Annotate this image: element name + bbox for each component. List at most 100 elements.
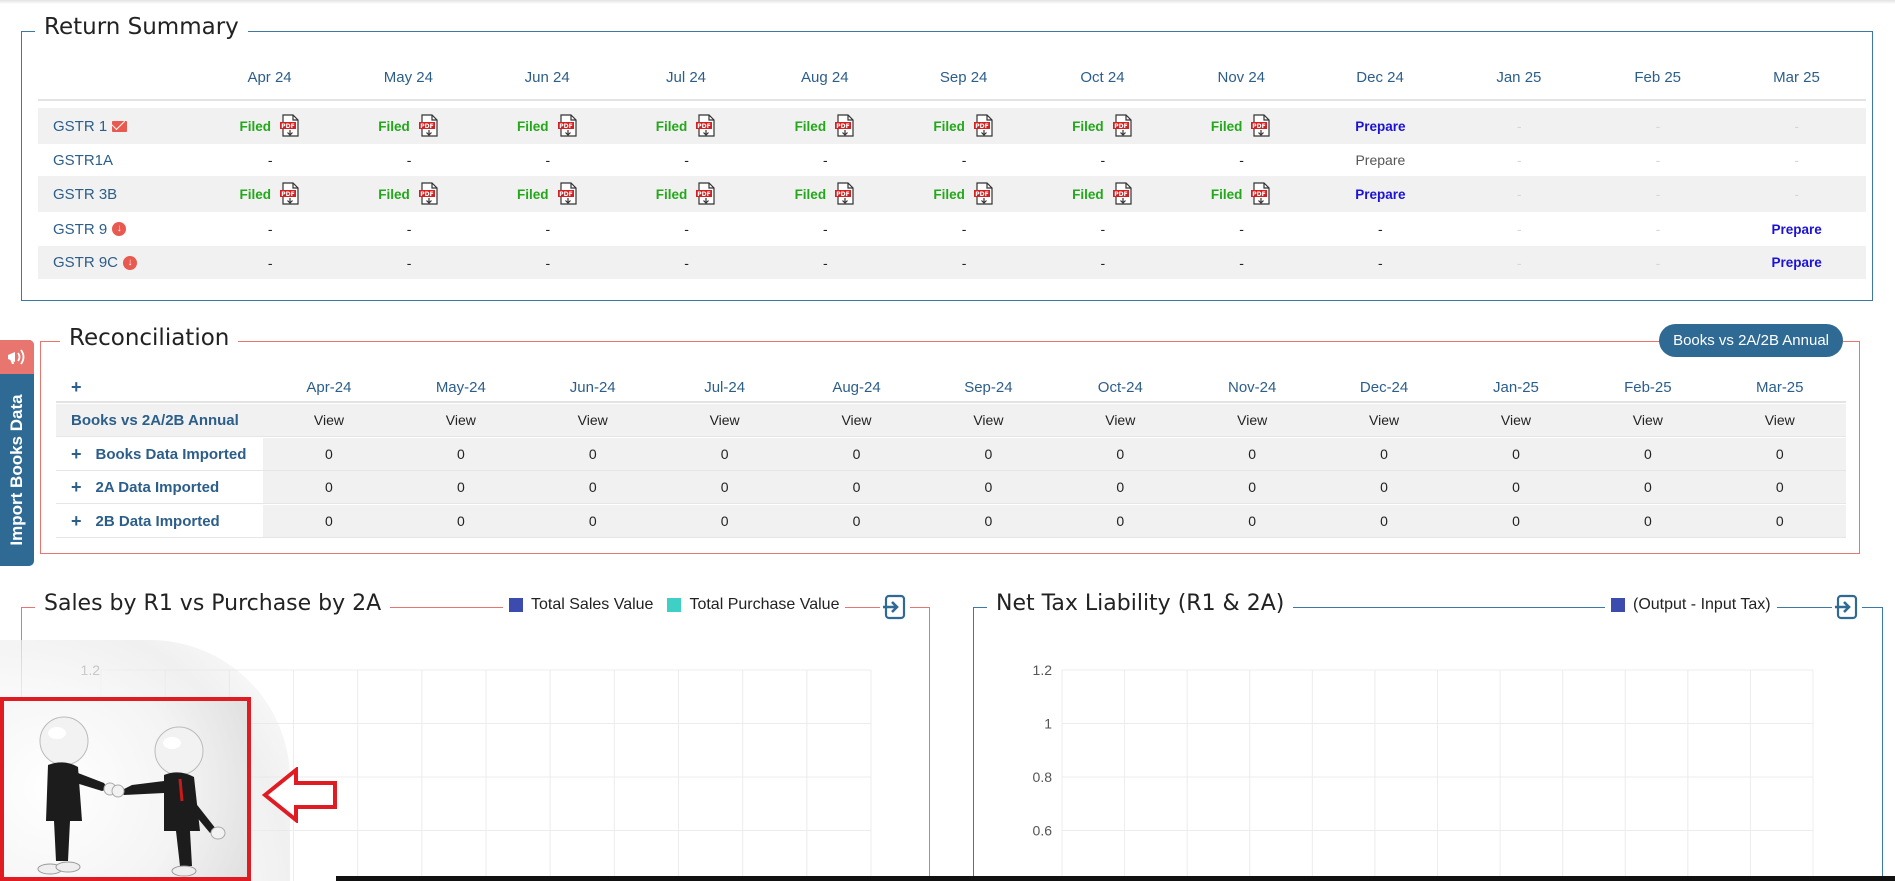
pdf-download-icon[interactable]: PDF	[279, 182, 301, 206]
pdf-download-icon[interactable]: PDF	[557, 182, 579, 206]
view-link[interactable]: View	[527, 412, 659, 428]
prepare-link[interactable]: Prepare	[1355, 187, 1405, 202]
month-header: Mar 25	[1773, 69, 1820, 86]
mail-icon[interactable]	[112, 120, 128, 132]
return-label[interactable]: GSTR 3B	[38, 186, 201, 203]
month-header: May 24	[383, 69, 433, 86]
empty-cell: -	[822, 254, 828, 271]
prepare-link[interactable]: Prepare	[1355, 119, 1405, 134]
view-link[interactable]: View	[263, 412, 395, 428]
top-shadow	[0, 0, 1895, 4]
month-cell: -	[1727, 118, 1866, 134]
view-link[interactable]: View	[1186, 412, 1318, 428]
pdf-download-icon[interactable]: PDF	[834, 114, 856, 138]
megaphone-icon	[0, 340, 34, 374]
bottom-scrollbar[interactable]	[336, 876, 1895, 881]
pdf-download-icon[interactable]: PDF	[1112, 114, 1134, 138]
month-header: Jun-24	[569, 379, 616, 396]
count-cell: 0	[1116, 479, 1125, 495]
reconciliation-label-text: 2B Data Imported	[95, 512, 220, 530]
count-cell: 0	[984, 513, 993, 529]
count-cell: 0	[1512, 446, 1520, 462]
svg-text:PDF: PDF	[1253, 191, 1266, 198]
pdf-download-icon[interactable]: PDF	[1250, 114, 1272, 138]
month-cell: -	[201, 255, 340, 271]
view-link[interactable]: View	[395, 412, 527, 428]
view-link[interactable]: View	[922, 412, 1054, 428]
month-cell: -	[340, 255, 479, 271]
empty-cell: -	[1239, 254, 1244, 271]
reconciliation-label[interactable]: Books vs 2A/2B Annual	[56, 404, 263, 436]
filed-status: Filed	[933, 186, 965, 202]
count-cell: 0	[852, 513, 861, 529]
month-cell: -	[340, 221, 479, 237]
view-link[interactable]: View	[1318, 412, 1450, 428]
tax-chart-plot: 1.2 1 0.8 0.6	[1033, 662, 1814, 881]
month-cell: -	[1589, 221, 1728, 237]
download-icon[interactable]: ↓	[112, 222, 127, 236]
reconciliation-label[interactable]: +2A Data Imported	[56, 471, 263, 503]
filed-status: Filed	[239, 186, 272, 202]
view-link[interactable]: View	[791, 412, 923, 428]
empty-cell: -	[406, 152, 412, 168]
view-link[interactable]: View	[659, 412, 791, 428]
pdf-download-icon[interactable]: PDF	[1250, 182, 1272, 206]
pdf-download-icon[interactable]: PDF	[557, 114, 579, 138]
count-cell: 0	[1643, 446, 1652, 462]
month-header: Dec-24	[1359, 379, 1409, 396]
pdf-download-icon[interactable]: PDF	[834, 182, 856, 206]
view-link[interactable]: View	[1054, 412, 1186, 428]
count-cell: 0	[1116, 513, 1125, 529]
pdf-download-icon[interactable]: PDF	[973, 182, 995, 206]
view-link[interactable]: View	[1714, 412, 1846, 428]
count-cell: 0	[325, 446, 333, 462]
month-cell: -	[1589, 255, 1728, 271]
month-cell: -	[617, 255, 756, 271]
month-cell: -	[1589, 186, 1728, 202]
month-header: Dec 24	[1356, 69, 1404, 86]
pdf-download-icon[interactable]: PDF	[418, 114, 440, 138]
expand-all-button[interactable]: +	[56, 377, 263, 398]
reconciliation-label[interactable]: + Books Data Imported	[56, 438, 263, 470]
month-cell: Prepare	[1311, 152, 1450, 168]
return-label[interactable]: GSTR 1	[38, 118, 201, 135]
y-tick-label: 1	[1044, 716, 1052, 732]
prepare-link[interactable]: Prepare	[1355, 152, 1405, 168]
return-label[interactable]: GSTR 9 ↓	[38, 221, 201, 238]
reconciliation-panel: Reconciliation Books vs 2A/2B Annual + A…	[40, 324, 1860, 554]
prepare-link[interactable]: Prepare	[1772, 255, 1822, 270]
reconciliation-label[interactable]: +2B Data Imported	[56, 505, 263, 537]
prepare-link[interactable]: Prepare	[1772, 222, 1822, 237]
promo-image[interactable]	[0, 697, 251, 881]
expand-row-button[interactable]: +	[71, 477, 82, 498]
month-cell: Prepare	[1727, 255, 1866, 270]
pdf-download-icon[interactable]: PDF	[695, 182, 717, 206]
download-icon[interactable]: ↓	[123, 255, 138, 270]
expand-row-button[interactable]: +	[71, 511, 82, 532]
return-label[interactable]: GSTR1A	[38, 152, 201, 169]
month-header: Oct 24	[1080, 69, 1125, 86]
month-header: Jan-25	[1493, 379, 1539, 396]
pdf-download-icon[interactable]: PDF	[973, 114, 995, 138]
pdf-download-icon[interactable]: PDF	[695, 114, 717, 138]
pdf-download-icon[interactable]: PDF	[279, 114, 301, 138]
count-cell: 0	[588, 446, 597, 462]
filed-status: Filed	[517, 118, 549, 134]
count-cell: 0	[588, 479, 597, 495]
books-vs-2a2b-annual-button[interactable]: Books vs 2A/2B Annual	[1659, 324, 1843, 357]
pdf-download-icon[interactable]: PDF	[418, 182, 440, 206]
view-link[interactable]: View	[1450, 412, 1582, 428]
count-cell: 0	[720, 513, 729, 529]
count-cell: 0	[1248, 479, 1257, 495]
handshake-figures-icon	[37, 716, 226, 877]
y-tick-label: 0.8	[1033, 769, 1053, 785]
return-label[interactable]: GSTR 9C ↓	[38, 254, 201, 271]
view-link[interactable]: View	[1582, 412, 1714, 428]
reconciliation-label-text: Books Data Imported	[95, 445, 247, 463]
import-books-data-tab[interactable]: Import Books Data	[0, 340, 34, 566]
pdf-download-icon[interactable]: PDF	[1112, 182, 1134, 206]
expand-row-button[interactable]: +	[71, 444, 82, 465]
month-cell: Filed PDF	[756, 114, 895, 138]
count-cell: 0	[720, 479, 729, 495]
return-label-text: GSTR1A	[53, 151, 114, 169]
